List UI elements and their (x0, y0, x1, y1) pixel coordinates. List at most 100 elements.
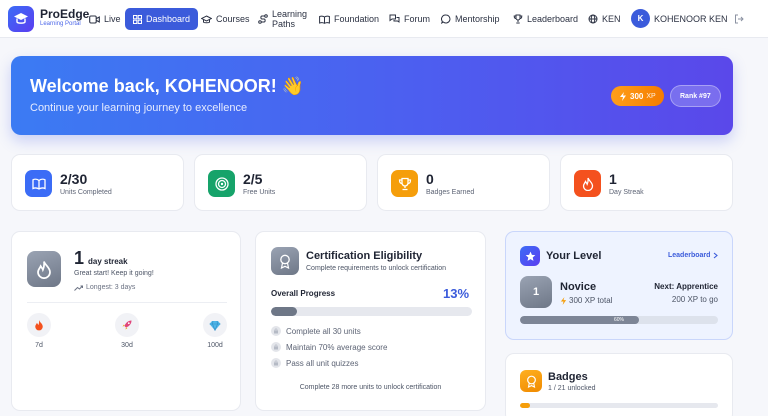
trophy-icon (391, 170, 418, 197)
certification-title: Certification Eligibility (306, 250, 423, 262)
requirement-text: Complete all 30 units (286, 326, 361, 336)
xp-badge: 300 XP (611, 86, 664, 106)
lock-icon (271, 358, 281, 368)
star-icon (520, 246, 540, 266)
nav-dashboard[interactable]: Dashboard (125, 8, 199, 30)
nav-forum[interactable]: Forum (389, 8, 430, 30)
milestone-label: 100d (207, 342, 223, 349)
stat-label: Units Completed (60, 189, 112, 196)
nav-mentorship-label: Mentorship (455, 14, 500, 24)
logout-button[interactable] (734, 8, 744, 30)
certification-card: Certification Eligibility Complete requi… (255, 231, 486, 411)
badges-progress-bar (520, 403, 718, 408)
video-icon (89, 14, 100, 24)
logo-icon[interactable] (8, 6, 34, 32)
streak-unit: day streak (88, 257, 128, 266)
stat-value: 0 (426, 171, 434, 187)
lock-icon (271, 342, 281, 352)
xp-value: 300 (630, 91, 644, 101)
level-xp: 300 XP total (560, 296, 612, 305)
user-name[interactable]: KOHENOOR KEN (654, 8, 728, 30)
milestone-7d-icon (27, 313, 51, 337)
nav-learning-paths[interactable]: Learning Paths (258, 8, 307, 30)
stat-value: 2/30 (60, 171, 88, 187)
medal-icon (520, 370, 542, 392)
chat-bubbles-icon (389, 14, 400, 23)
brand-name: ProEdge (40, 7, 90, 21)
brand[interactable]: ProEdge Learning Portal (40, 8, 89, 29)
level-progress-bar: 60% (520, 316, 718, 324)
path-icon (258, 14, 268, 24)
overall-progress-fill (271, 307, 298, 316)
badges-card: Badges 1 / 21 unlocked (505, 353, 733, 416)
award-icon (271, 247, 299, 275)
welcome-banner: Welcome back, KOHENOOR! 👋 Continue your … (11, 56, 733, 135)
streak-card: 1 day streak Great start! Keep it going!… (11, 231, 241, 411)
nav-language-label: KEN (602, 14, 621, 24)
welcome-title: Welcome back, KOHENOOR! 👋 (30, 76, 305, 96)
certification-footer: Complete 28 more units to unlock certifi… (299, 384, 442, 391)
stat-label: Badges Earned (426, 189, 475, 196)
nav-courses-label: Courses (216, 14, 250, 24)
stat-value: 2/5 (243, 171, 263, 187)
nav-language[interactable]: KEN (588, 8, 621, 30)
streak-longest: Longest: 3 days (74, 284, 135, 291)
level-name: Novice (560, 281, 597, 293)
chevron-right-icon (714, 252, 719, 259)
stat-label: Free Units (243, 189, 276, 196)
nav-leaderboard[interactable]: Leaderboard (513, 8, 578, 30)
level-number: 1 (520, 276, 552, 308)
level-title: Your Level (546, 250, 602, 262)
stat-badges-earned: 0 Badges Earned (377, 154, 550, 211)
trend-up-icon (74, 285, 83, 291)
nav-learning-label: Learning (272, 9, 308, 19)
level-card: Your Level Leaderboard 1 Novice 300 XP t… (505, 231, 733, 340)
leaderboard-link-label: Leaderboard (668, 252, 711, 259)
top-navbar: ProEdge Learning Portal Live Dashboard C… (0, 0, 768, 38)
globe-icon (588, 14, 598, 24)
requirement-text: Pass all unit quizzes (286, 358, 359, 368)
overall-progress-bar (271, 307, 472, 316)
milestone-100d-icon (203, 313, 227, 337)
book-open-icon (319, 15, 330, 24)
overall-progress-percent: 13% (443, 286, 470, 301)
welcome-subtitle: Continue your learning journey to excell… (30, 102, 248, 114)
nav-courses[interactable]: Courses (201, 8, 250, 30)
requirement-item: Maintain 70% average score (271, 342, 387, 352)
user-avatar[interactable]: K (631, 9, 650, 28)
xp-unit: XP (646, 92, 656, 100)
badges-subtitle: 1 / 21 unlocked (548, 385, 596, 392)
milestone-label: 7d (35, 342, 43, 349)
level-xp-text: 300 XP total (569, 296, 613, 305)
level-progress-label: 60% (613, 317, 624, 323)
requirement-text: Maintain 70% average score (286, 342, 388, 352)
nav-mentorship[interactable]: Mentorship (441, 8, 500, 30)
nav-foundation-label: Foundation (334, 14, 380, 24)
nav-leaderboard-label: Leaderboard (527, 14, 579, 24)
nav-foundation[interactable]: Foundation (319, 8, 379, 30)
flame-icon (27, 251, 61, 287)
stat-units-completed: 2/30 Units Completed (11, 154, 184, 211)
stat-value: 1 (609, 171, 617, 187)
requirement-item: Complete all 30 units (271, 326, 361, 336)
milestone-30d-icon (115, 313, 139, 337)
divider (27, 302, 227, 303)
badges-progress-fill (520, 403, 530, 408)
next-level: Next: Apprentice (654, 282, 718, 291)
trophy-icon (513, 14, 523, 24)
rank-badge: Rank #97 (670, 85, 721, 107)
streak-longest-text: Longest: 3 days (86, 284, 136, 291)
nav-live[interactable]: Live (89, 8, 121, 30)
target-icon (208, 170, 235, 197)
lock-icon (271, 326, 281, 336)
stat-day-streak: 1 Day Streak (560, 154, 733, 211)
nav-learning-paths-label: Learning Paths (272, 9, 307, 29)
stat-free-units: 2/5 Free Units (194, 154, 367, 211)
streak-message: Great start! Keep it going! (74, 270, 154, 277)
grid-icon (133, 14, 142, 24)
milestone-label: 30d (121, 342, 133, 349)
stat-label: Day Streak (609, 189, 644, 196)
brand-subtitle: Learning Portal (40, 21, 81, 27)
nav-dashboard-label: Dashboard (146, 14, 191, 24)
leaderboard-link[interactable]: Leaderboard (668, 252, 719, 259)
